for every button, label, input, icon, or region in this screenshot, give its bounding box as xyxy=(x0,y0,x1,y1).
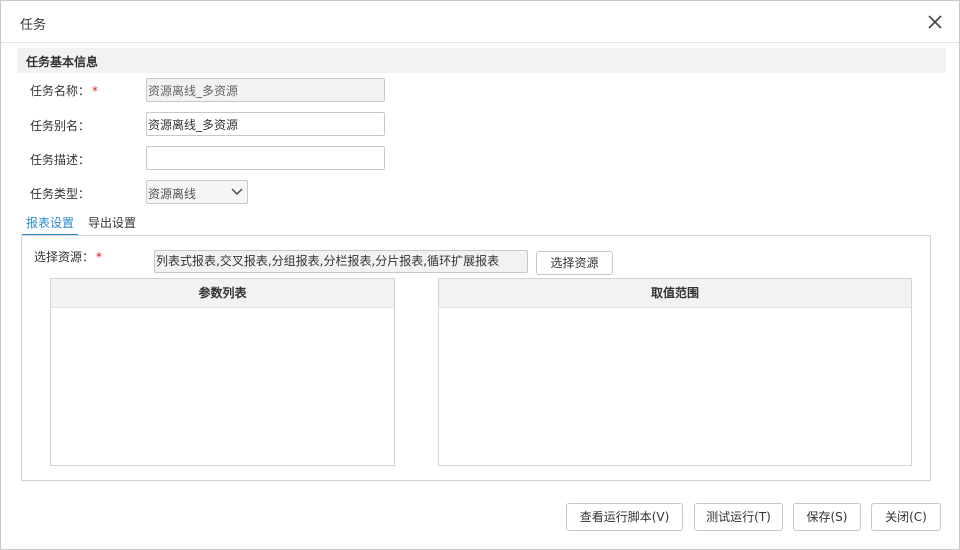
close-button[interactable]: 关闭(C) xyxy=(871,503,941,531)
tab-report-settings[interactable]: 报表设置 xyxy=(22,214,79,236)
task-description-label: 任务描述： xyxy=(30,153,91,167)
close-icon[interactable] xyxy=(927,14,943,30)
task-type-select[interactable]: 资源离线 xyxy=(146,180,248,204)
dialog-title: 任务 xyxy=(20,18,47,33)
task-type-label: 任务类型： xyxy=(30,187,91,201)
select-resource-label: 选择资源： * xyxy=(34,250,103,264)
task-alias-input[interactable] xyxy=(146,112,385,136)
task-name-label: 任务名称： * xyxy=(30,84,99,98)
value-range-header: 取值范围 xyxy=(439,279,911,308)
task-alias-label: 任务别名： xyxy=(30,119,91,133)
select-resource-button[interactable]: 选择资源 xyxy=(536,251,613,275)
task-name-input[interactable] xyxy=(146,78,385,102)
selected-resources-field[interactable]: 列表式报表,交叉报表,分组报表,分栏报表,分片报表,循环扩展报表 xyxy=(154,250,528,273)
required-mark: * xyxy=(96,250,103,264)
save-button[interactable]: 保存(S) xyxy=(793,503,861,531)
required-mark: * xyxy=(92,84,99,98)
dialog-titlebar: 任务 xyxy=(1,1,959,43)
view-run-script-button[interactable]: 查看运行脚本(V) xyxy=(566,503,683,531)
tab-export-settings[interactable]: 导出设置 xyxy=(88,214,136,236)
task-type-value: 资源离线 xyxy=(148,187,197,201)
section-title: 任务基本信息 xyxy=(26,55,99,69)
test-run-button[interactable]: 测试运行(T) xyxy=(694,503,783,531)
task-dialog: 任务 任务基本信息 任务名称：* 任务别名： 任务描述： 任务类型： 资源离线 … xyxy=(0,0,960,550)
basic-info-section-header: 任务基本信息 xyxy=(17,48,946,73)
parameter-list-grid: 参数列表 xyxy=(50,278,395,466)
parameter-list-header: 参数列表 xyxy=(51,279,394,308)
task-description-input[interactable] xyxy=(146,146,385,170)
value-range-grid: 取值范围 xyxy=(438,278,912,466)
chevron-down-icon xyxy=(231,188,243,195)
